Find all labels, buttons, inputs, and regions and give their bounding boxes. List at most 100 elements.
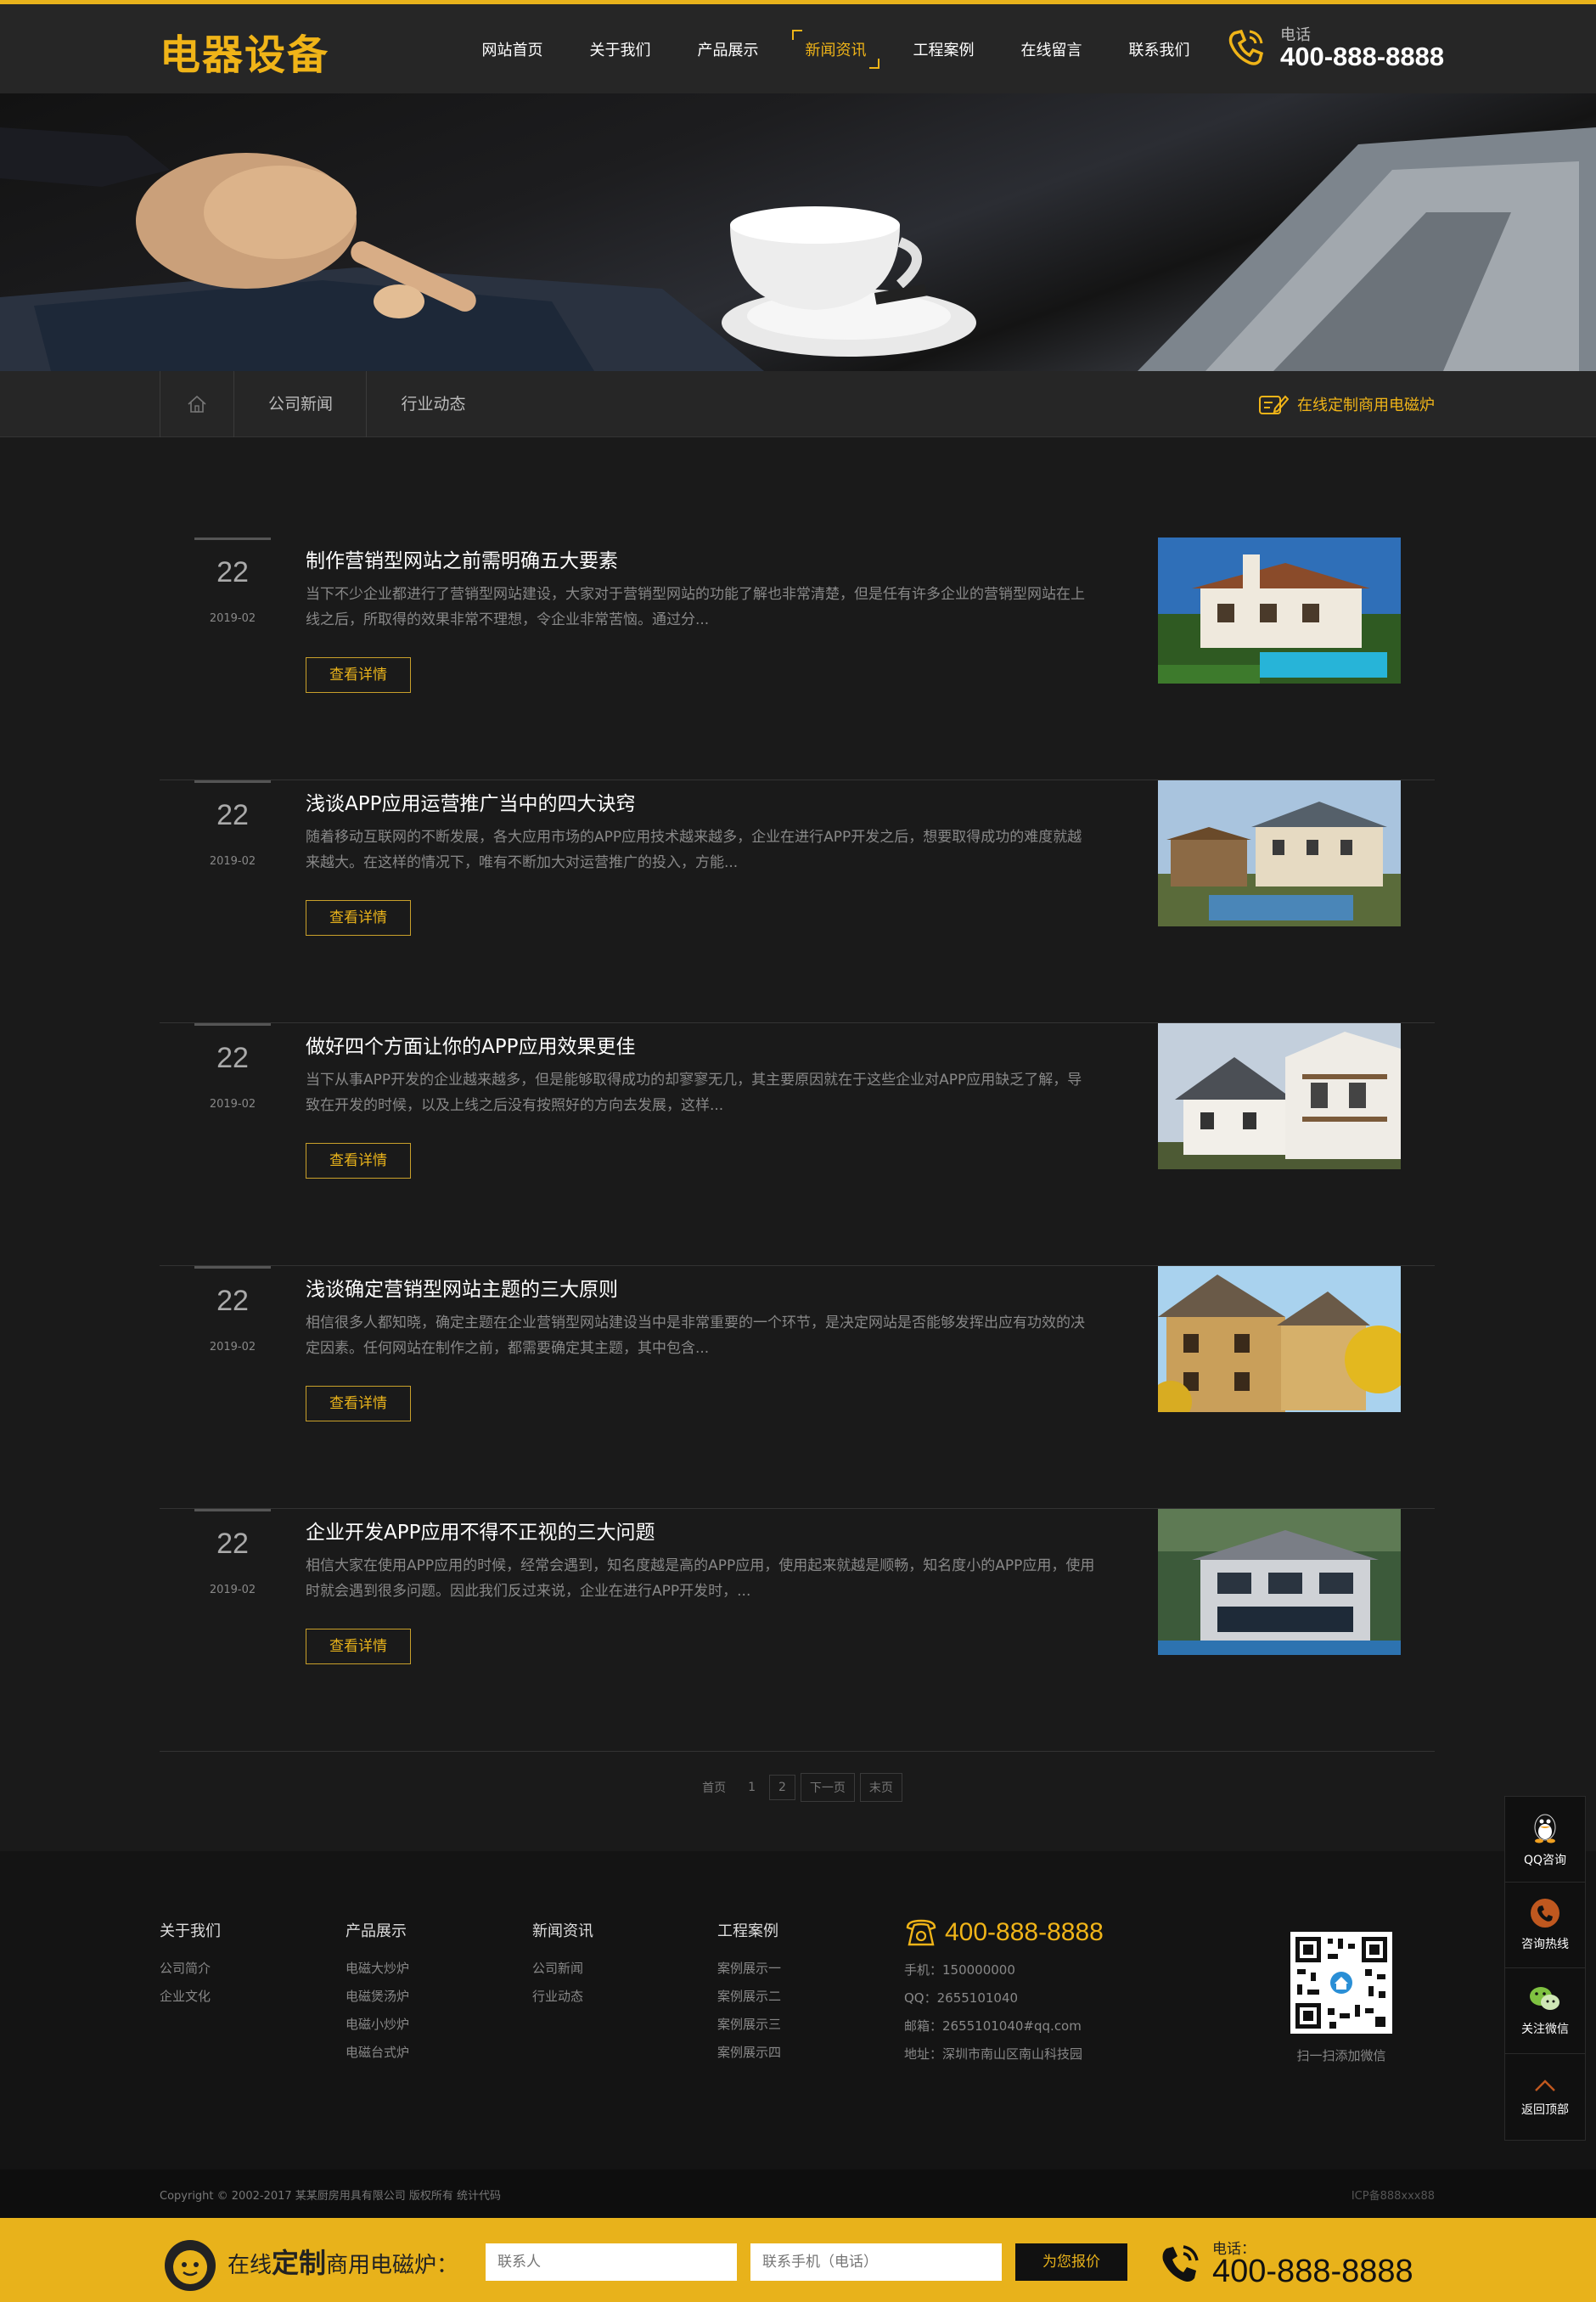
- news-title[interactable]: 制作营销型网站之前需明确五大要素: [306, 544, 618, 573]
- site-logo[interactable]: 电器设备: [160, 21, 329, 81]
- footer-email: 邮箱：2655101040#qq.com: [904, 2018, 1082, 2034]
- view-details-button[interactable]: 查看详情: [306, 1629, 411, 1664]
- wechat-icon: [1530, 1987, 1559, 2010]
- footer-link[interactable]: 案例展示三: [717, 2011, 781, 2039]
- customer-service-icon: [165, 2240, 216, 2291]
- news-year-month: 2019-02: [209, 1584, 256, 1596]
- news-thumbnail[interactable]: [1158, 538, 1401, 684]
- site-footer: 关于我们 公司简介 企业文化 产品展示 电磁大炒炉 电磁煲汤炉 电磁小炒炉 电磁…: [0, 1851, 1596, 2170]
- news-item: 22 2019-02 制作营销型网站之前需明确五大要素 当下不少企业都进行了营销…: [160, 538, 1435, 780]
- subnav-home-link[interactable]: [160, 371, 234, 437]
- news-title[interactable]: 浅谈APP应用运营推广当中的四大诀窍: [306, 787, 635, 816]
- footer-link[interactable]: 行业动态: [532, 1983, 593, 2011]
- pager-page-1[interactable]: 1: [739, 1776, 764, 1799]
- news-day: 22: [216, 1285, 249, 1317]
- footer-link[interactable]: 公司简介: [160, 1955, 221, 1983]
- news-summary: 相信很多人都知晓，确定主题在企业营销型网站建设当中是非常重要的一个环节，是决定网…: [306, 1314, 1085, 1357]
- float-label: 咨询热线: [1521, 1938, 1569, 1951]
- quote-title-post: 商用电磁炉：: [326, 2253, 459, 2278]
- nav-item-home[interactable]: 网站首页: [458, 30, 566, 69]
- phone-circle-icon: [1531, 1899, 1559, 1928]
- pager-page-2[interactable]: 2: [769, 1775, 795, 1800]
- quote-phone-number: 400-888-8888: [1212, 2254, 1413, 2289]
- pager-next[interactable]: 下一页: [800, 1773, 855, 1802]
- quote-bar-title: 在线定制商用电磁炉：: [228, 2242, 458, 2281]
- site-header: 电器设备 网站首页 关于我们 产品展示 新闻资讯 工程案例 在线留言 联系我们 …: [0, 4, 1596, 93]
- news-thumbnail[interactable]: [1158, 1509, 1401, 1655]
- news-title[interactable]: 企业开发APP应用不得不正视的三大问题: [306, 1516, 655, 1545]
- footer-link[interactable]: 企业文化: [160, 1983, 221, 2011]
- float-hotline[interactable]: 咨询热线: [1505, 1883, 1585, 1968]
- contact-phone-input[interactable]: [750, 2243, 1002, 2281]
- news-year-month: 2019-02: [209, 1341, 256, 1354]
- header-phone-number: 400-888-8888: [1280, 42, 1445, 71]
- footer-col-title: 工程案例: [717, 1922, 778, 1940]
- float-label: QQ咨询: [1523, 1854, 1567, 1867]
- footer-link[interactable]: 案例展示二: [717, 1983, 781, 2011]
- footer-mobile: 手机：150000000: [904, 1962, 1015, 1978]
- float-qq-consult[interactable]: QQ咨询: [1505, 1797, 1585, 1883]
- pager-first[interactable]: 首页: [694, 1774, 734, 1801]
- banner-image: [0, 127, 1596, 371]
- footer-col-news: 新闻资讯 公司新闻 行业动态: [532, 1919, 593, 2011]
- pager-last[interactable]: 末页: [859, 1773, 902, 1802]
- footer-col-products: 产品展示 电磁大炒炉 电磁煲汤炉 电磁小炒炉 电磁台式炉: [346, 1919, 409, 2067]
- main-nav: 网站首页 关于我们 产品展示 新闻资讯 工程案例 在线留言 联系我们: [458, 4, 1213, 93]
- view-details-button[interactable]: 查看详情: [306, 1143, 411, 1179]
- news-thumbnail[interactable]: [1158, 780, 1401, 926]
- edit-icon: [1259, 395, 1289, 414]
- footer-contact: 400-888-8888 手机：150000000 QQ：2655101040 …: [904, 1917, 1104, 2068]
- view-details-button[interactable]: 查看详情: [306, 900, 411, 936]
- footer-link[interactable]: 案例展示一: [717, 1955, 781, 1983]
- nav-item-message[interactable]: 在线留言: [997, 30, 1105, 69]
- view-details-button[interactable]: 查看详情: [306, 657, 411, 693]
- copyright-text: Copyright © 2002-2017 某某厨房用具有限公司 版权所有 统计…: [160, 2190, 502, 2203]
- date-divider: [194, 1266, 271, 1269]
- footer-link[interactable]: 案例展示四: [717, 2039, 781, 2067]
- nav-item-contact[interactable]: 联系我们: [1105, 30, 1213, 69]
- nav-item-news[interactable]: 新闻资讯: [782, 29, 890, 69]
- subnav-link-company-news[interactable]: 公司新闻: [235, 371, 367, 437]
- subnav-custom-order-link[interactable]: 在线定制商用电磁炉: [1258, 391, 1435, 417]
- phone-icon: [1162, 2245, 1199, 2282]
- chevron-up-icon: [1535, 2079, 1555, 2091]
- wechat-qr-code: [1290, 1932, 1392, 2034]
- footer-col-title: 新闻资讯: [532, 1922, 593, 1940]
- news-summary: 当下从事APP开发的企业越来越多，但是能够取得成功的却寥寥无几，其主要原因就在于…: [306, 1072, 1082, 1114]
- footer-col-about: 关于我们 公司简介 企业文化: [160, 1919, 221, 2011]
- news-title[interactable]: 做好四个方面让你的APP应用效果更佳: [306, 1030, 635, 1059]
- icp-number[interactable]: ICP备888xxx88: [1352, 2187, 1435, 2203]
- float-back-to-top[interactable]: 返回顶部: [1505, 2054, 1585, 2140]
- news-thumbnail[interactable]: [1158, 1266, 1401, 1412]
- footer-qq: QQ：2655101040: [904, 1990, 1019, 2006]
- get-quote-button[interactable]: 为您报价: [1015, 2243, 1127, 2281]
- news-year-month: 2019-02: [209, 612, 256, 625]
- news-day: 22: [216, 799, 249, 831]
- float-wechat[interactable]: 关注微信: [1505, 1968, 1585, 2054]
- news-summary: 相信大家在使用APP应用的时候，经常会遇到，知名度越是高的APP应用，使用起来就…: [306, 1557, 1095, 1600]
- news-day: 22: [216, 1042, 249, 1074]
- news-thumbnail[interactable]: [1158, 1023, 1401, 1169]
- footer-link[interactable]: 电磁煲汤炉: [346, 1983, 409, 2011]
- footer-address: 地址：深圳市南山区南山科技园: [904, 2046, 1083, 2062]
- nav-item-products[interactable]: 产品展示: [674, 30, 782, 69]
- footer-link[interactable]: 电磁台式炉: [346, 2039, 409, 2067]
- news-year-month: 2019-02: [209, 1098, 256, 1111]
- news-summary: 当下不少企业都进行了营销型网站建设，大家对于营销型网站的功能了解也非常清楚，但是…: [306, 586, 1085, 628]
- contact-name-input[interactable]: [486, 2243, 737, 2281]
- footer-link[interactable]: 公司新闻: [532, 1955, 593, 1983]
- view-details-button[interactable]: 查看详情: [306, 1386, 411, 1421]
- news-title[interactable]: 浅谈确定营销型网站主题的三大原则: [306, 1273, 618, 1302]
- news-item: 22 2019-02 浅谈确定营销型网站主题的三大原则 相信很多人都知晓，确定主…: [160, 1266, 1435, 1509]
- quote-bar: 在线定制商用电磁炉： 为您报价 电话： 400-888-8888: [0, 2218, 1596, 2302]
- footer-link[interactable]: 电磁小炒炉: [346, 2011, 409, 2039]
- quote-title-pre: 在线: [228, 2253, 273, 2278]
- date-divider: [194, 780, 271, 783]
- subnav-link-industry-news[interactable]: 行业动态: [368, 371, 499, 437]
- nav-item-about[interactable]: 关于我们: [566, 30, 674, 69]
- footer-link[interactable]: 电磁大炒炉: [346, 1955, 409, 1983]
- nav-item-cases[interactable]: 工程案例: [890, 30, 997, 69]
- pagination: 首页 1 2 下一页 末页: [0, 1773, 1596, 1802]
- news-day: 22: [216, 1528, 249, 1560]
- qr-caption: 扫一扫添加微信: [1296, 2048, 1386, 2063]
